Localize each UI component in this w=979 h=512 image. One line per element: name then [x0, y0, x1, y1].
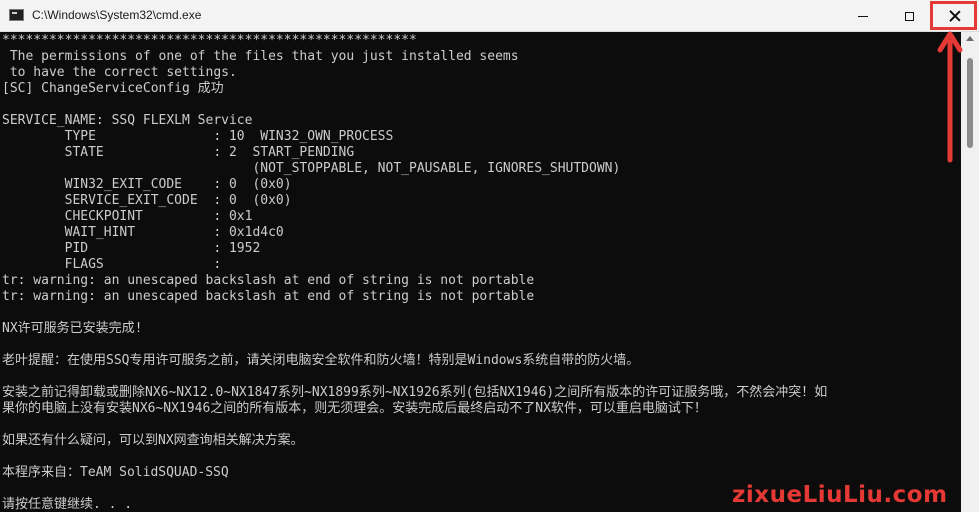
- close-button[interactable]: [932, 0, 978, 32]
- console-line: The permissions of one of the files that…: [2, 49, 519, 64]
- console-line: 老叶提醒：在使用SSQ专用许可服务之前，请关闭电脑安全软件和防火墙！特别是Win…: [2, 353, 640, 368]
- vertical-scrollbar[interactable]: [961, 32, 979, 512]
- watermark-brand-text: zixueLiuLiu.com: [732, 482, 948, 508]
- console-line: [SC] ChangeServiceConfig 成功: [2, 81, 224, 96]
- console-line: SERVICE_NAME: SSQ FLEXLM Service: [2, 113, 253, 128]
- console-line: tr: warning: an unescaped backslash at e…: [2, 289, 535, 304]
- scrollbar-thumb[interactable]: [967, 58, 973, 148]
- console-line: CHECKPOINT : 0x1: [2, 209, 253, 224]
- console-line: TYPE : 10 WIN32_OWN_PROCESS: [2, 129, 394, 144]
- console-line: (NOT_STOPPABLE, NOT_PAUSABLE, IGNORES_SH…: [2, 161, 621, 176]
- minimize-icon: [858, 15, 868, 17]
- console-line: WIN32_EXIT_CODE : 0 (0x0): [2, 177, 292, 192]
- console-line: FLAGS :: [2, 257, 222, 272]
- console-line: STATE : 2 START_PENDING: [2, 145, 355, 160]
- console-line: NX许可服务已安装完成!: [2, 321, 143, 336]
- console-line: 本程序来自：TeAM SolidSQUAD-SSQ: [2, 465, 229, 480]
- console-output[interactable]: ****************************************…: [0, 32, 961, 512]
- console-line: PID : 1952: [2, 241, 261, 256]
- console-line: to have the correct settings.: [2, 65, 237, 80]
- console-line: ****************************************…: [2, 33, 417, 48]
- maximize-icon: [904, 11, 914, 21]
- scroll-up-arrow-icon[interactable]: [966, 36, 974, 41]
- cmd-app-icon[interactable]: [9, 9, 24, 21]
- window-title: C:\Windows\System32\cmd.exe: [32, 8, 202, 22]
- console-line: WAIT_HINT : 0x1d4c0: [2, 225, 284, 240]
- title-bar[interactable]: C:\Windows\System32\cmd.exe: [0, 0, 979, 32]
- maximize-button[interactable]: [886, 0, 932, 32]
- console-line: 果你的电脑上没有安装NX6~NX1946之间的所有版本，则无须理会。安装完成后最…: [2, 401, 707, 416]
- close-icon: [949, 10, 961, 22]
- minimize-button[interactable]: [840, 0, 886, 32]
- console-line: 安装之前记得卸载或删除NX6~NX12.0~NX1847系列~NX1899系列~…: [2, 385, 828, 400]
- console-line: 如果还有什么疑问，可以到NX网查询相关解决方案。: [2, 433, 304, 448]
- console-line: tr: warning: an unescaped backslash at e…: [2, 273, 535, 288]
- console-line: 请按任意键继续. . .: [2, 497, 133, 512]
- console-line: SERVICE_EXIT_CODE : 0 (0x0): [2, 193, 292, 208]
